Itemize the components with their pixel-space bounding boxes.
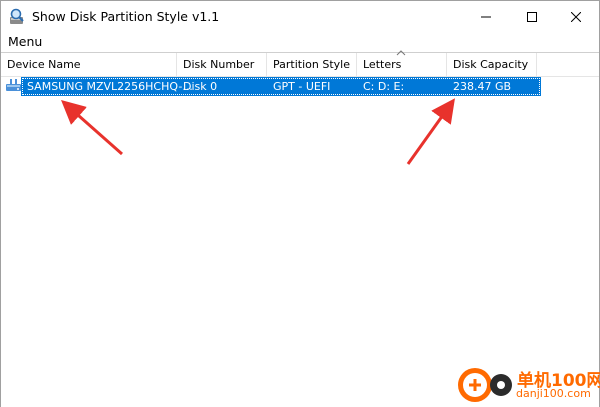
- maximize-button[interactable]: [509, 1, 555, 32]
- cell-letters: C: D: E:: [363, 80, 405, 93]
- minimize-button[interactable]: [463, 1, 509, 32]
- cell-partition-style: GPT - UEFI: [273, 80, 331, 93]
- table-row[interactable]: SAMSUNG MZVL2256HCHQ-... Disk 0 GPT - UE…: [1, 77, 599, 96]
- minimize-icon: [481, 16, 491, 17]
- menu-item-menu[interactable]: Menu: [8, 34, 42, 49]
- column-header-disk-capacity[interactable]: Disk Capacity: [447, 53, 537, 76]
- app-window: Show Disk Partition Style v1.1 Menu Devi…: [0, 0, 600, 407]
- cell-device-name: SAMSUNG MZVL2256HCHQ-...: [27, 80, 193, 93]
- disk-list[interactable]: Device Name Disk Number Partition Style …: [1, 50, 599, 407]
- hard-drive-icon: [6, 79, 21, 91]
- watermark: 单机100网 danji100.com: [452, 364, 600, 404]
- column-header-device-name[interactable]: Device Name: [1, 53, 177, 76]
- watermark-gamepad-icon: [490, 374, 512, 396]
- maximize-icon: [527, 11, 537, 22]
- close-icon: [571, 11, 581, 22]
- menu-bar: Menu: [1, 32, 599, 52]
- column-header-partition-style[interactable]: Partition Style: [267, 53, 357, 76]
- window-title: Show Disk Partition Style v1.1: [32, 9, 220, 24]
- column-header-disk-number[interactable]: Disk Number: [177, 53, 267, 76]
- title-bar[interactable]: Show Disk Partition Style v1.1: [1, 1, 599, 32]
- cell-disk-number: Disk 0: [183, 80, 218, 93]
- list-header: Device Name Disk Number Partition Style …: [1, 50, 599, 77]
- cell-disk-capacity: 238.47 GB: [453, 80, 512, 93]
- watermark-site-url: danji100.com: [516, 387, 591, 400]
- magnifier-app-icon: [10, 8, 24, 24]
- sort-ascending-icon: [396, 50, 406, 56]
- close-button[interactable]: [553, 1, 599, 32]
